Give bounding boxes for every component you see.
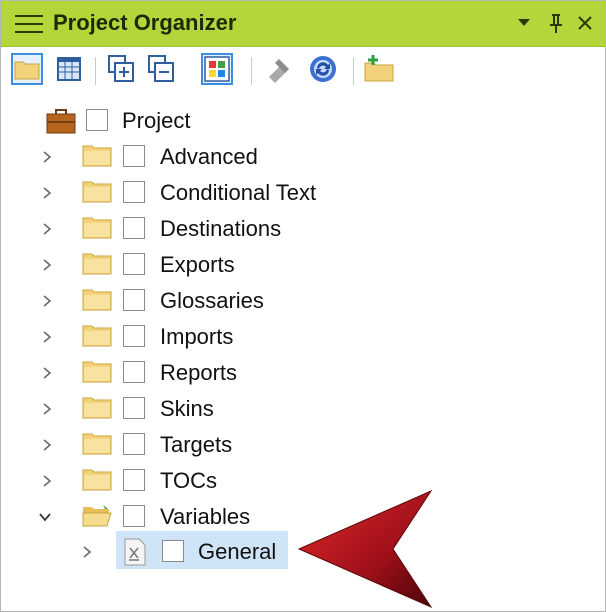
folder-open-icon — [82, 505, 112, 527]
chevron-right-icon[interactable] — [41, 439, 53, 451]
tree-item-label: General — [198, 539, 277, 564]
chevron-right-icon[interactable] — [41, 295, 53, 307]
tree-item-label: Conditional Text — [160, 180, 317, 205]
chevron-right-icon[interactable] — [81, 546, 93, 558]
toolbar-color-tiles-button[interactable] — [201, 53, 233, 85]
checkbox[interactable] — [162, 540, 184, 562]
refresh-icon — [310, 56, 336, 82]
briefcase-icon — [46, 109, 76, 134]
tree-item-conditional-text[interactable]: Conditional Text — [1, 175, 601, 209]
tree-item-label: Imports — [160, 324, 234, 349]
new-folder-icon — [364, 55, 394, 82]
checkbox[interactable] — [123, 253, 145, 275]
tree-item-label: Targets — [160, 432, 233, 457]
tree-item-destinations[interactable]: Destinations — [1, 211, 601, 245]
folder-icon — [82, 145, 112, 167]
toolbar-grid-button[interactable] — [53, 53, 85, 85]
tree-item-glossaries[interactable]: Glossaries — [1, 283, 601, 317]
tree-item-targets[interactable]: Targets — [1, 427, 601, 461]
folder-icon — [82, 325, 112, 347]
tree-item-reports[interactable]: Reports — [1, 355, 601, 389]
toolbar-folder-button[interactable] — [11, 53, 43, 85]
tree-item-advanced[interactable]: Advanced — [1, 139, 601, 173]
tree-item-label: Skins — [160, 396, 214, 421]
chevron-right-icon[interactable] — [41, 187, 53, 199]
bind-icon — [269, 59, 289, 83]
tree-item-label: Destinations — [160, 216, 282, 241]
checkbox[interactable] — [123, 217, 145, 239]
folder-icon — [82, 217, 112, 239]
expand-all-icon — [108, 55, 134, 82]
tree-item-label: Advanced — [160, 144, 258, 169]
folder-icon — [82, 469, 112, 491]
checkbox[interactable] — [123, 469, 145, 491]
pin-icon[interactable] — [548, 12, 564, 40]
checkbox[interactable] — [123, 325, 145, 347]
chevron-down-icon[interactable] — [39, 511, 51, 523]
folder-icon — [82, 253, 112, 275]
checkbox[interactable] — [86, 109, 108, 131]
project-organizer-panel: Project Organizer Project Advanced Condi… — [0, 0, 606, 612]
color-tiles-icon — [204, 56, 230, 82]
checkbox[interactable] — [123, 433, 145, 455]
chevron-right-icon[interactable] — [41, 403, 53, 415]
toolbar-expand-all-button[interactable] — [105, 53, 137, 85]
toolbar-bind-button[interactable] — [263, 53, 295, 85]
tree-item-label: Project — [122, 108, 191, 133]
grid-view-icon — [57, 57, 81, 81]
tree-root-project[interactable]: Project — [1, 103, 601, 137]
chevron-right-icon[interactable] — [41, 475, 53, 487]
chevron-right-icon[interactable] — [41, 367, 53, 379]
tree-item-exports[interactable]: Exports — [1, 247, 601, 281]
callout-arrow-icon — [297, 489, 433, 609]
checkbox[interactable] — [123, 181, 145, 203]
panel-title: Project Organizer — [53, 10, 237, 35]
toolbar-collapse-all-button[interactable] — [145, 53, 177, 85]
folder-icon — [82, 289, 112, 311]
tree-item-imports[interactable]: Imports — [1, 319, 601, 353]
toolbar-new-folder-button[interactable] — [363, 53, 395, 85]
folder-icon — [14, 61, 40, 80]
toolbar-refresh-button[interactable] — [307, 53, 339, 85]
variable-file-icon — [124, 538, 146, 566]
chevron-right-icon[interactable] — [41, 151, 53, 163]
tree-item-label: Variables — [160, 504, 251, 529]
tree-item-label: Glossaries — [160, 288, 264, 313]
collapse-all-icon — [148, 55, 174, 82]
menu-icon[interactable] — [15, 15, 43, 35]
chevron-right-icon[interactable] — [41, 223, 53, 235]
panel-titlebar: Project Organizer — [1, 1, 605, 47]
folder-icon — [82, 361, 112, 383]
tree-item-label: Reports — [160, 360, 238, 385]
tree-item-skins[interactable]: Skins — [1, 391, 601, 425]
chevron-right-icon[interactable] — [41, 259, 53, 271]
folder-icon — [82, 397, 112, 419]
tree-item-label: TOCs — [160, 468, 218, 493]
toolbar — [1, 47, 605, 95]
checkbox[interactable] — [123, 145, 145, 167]
folder-icon — [82, 181, 112, 203]
checkbox[interactable] — [123, 397, 145, 419]
chevron-right-icon[interactable] — [41, 331, 53, 343]
dropdown-icon[interactable] — [516, 13, 532, 36]
checkbox[interactable] — [123, 361, 145, 383]
checkbox[interactable] — [123, 289, 145, 311]
checkbox[interactable] — [123, 505, 145, 527]
folder-icon — [82, 433, 112, 455]
close-icon[interactable] — [577, 14, 593, 37]
tree-item-label: Exports — [160, 252, 235, 277]
